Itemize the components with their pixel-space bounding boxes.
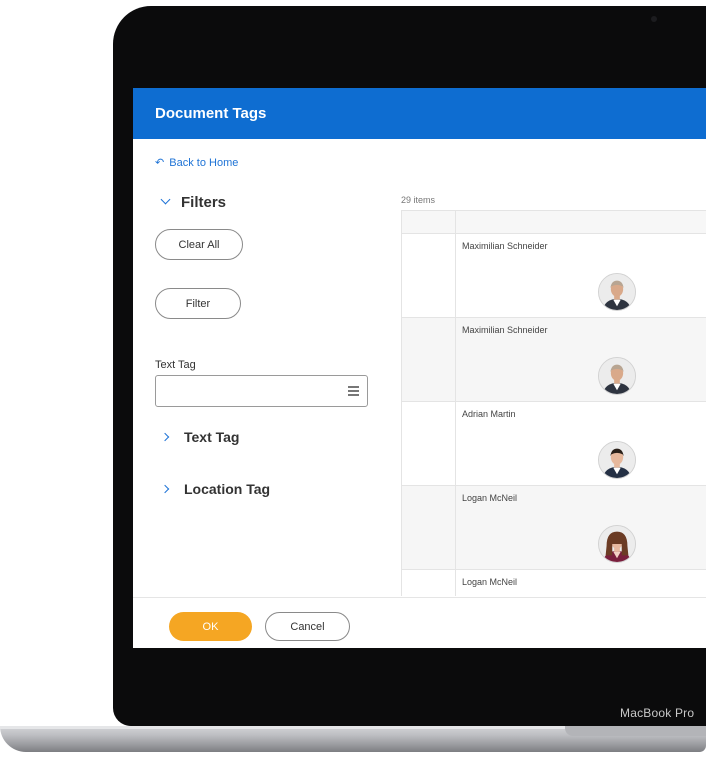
row-name[interactable]: Logan McNeil (462, 577, 517, 587)
table-row[interactable]: Adrian Martin (402, 402, 706, 486)
items-count: 29 items (401, 195, 436, 205)
filter-button[interactable]: Filter (155, 288, 241, 319)
chevron-right-icon (160, 484, 170, 494)
filters-toggle[interactable]: Filters (160, 194, 227, 211)
location-tag-section-label: Location Tag (184, 481, 271, 497)
table-row[interactable]: Maximilian Schneider (402, 318, 706, 402)
page-title: Document Tags (155, 105, 267, 122)
male-person-photo (598, 441, 636, 479)
chevron-right-icon (160, 432, 170, 442)
device-brand-label: MacBook Pro (620, 706, 695, 720)
footer-divider (133, 597, 706, 598)
app-screen: Document Tags ↶ Back to Home Filters Cle… (133, 88, 706, 648)
filters-title: Filters (181, 194, 227, 211)
text-tag-input[interactable] (155, 375, 368, 407)
text-tag-field-label: Text Tag (155, 359, 196, 371)
cancel-button[interactable]: Cancel (265, 612, 350, 641)
grid-header-row (402, 210, 706, 235)
row-name[interactable]: Adrian Martin (462, 409, 516, 419)
chevron-down-icon (160, 194, 171, 205)
table-row[interactable]: Logan McNeil (402, 486, 706, 570)
back-link-label: Back to Home (169, 157, 239, 169)
table-row[interactable]: Maximilian Schneider (402, 234, 706, 318)
clear-all-button[interactable]: Clear All (155, 229, 243, 260)
row-name[interactable]: Maximilian Schneider (462, 241, 548, 251)
male-person-photo (598, 273, 636, 311)
page-header: Document Tags (133, 88, 706, 139)
results-grid: Maximilian Schneider Maximilian Schneide… (401, 210, 706, 596)
list-prompt-icon[interactable] (348, 386, 359, 396)
text-tag-section-label: Text Tag (184, 429, 240, 445)
location-tag-section-toggle[interactable]: Location Tag (160, 481, 271, 497)
row-name[interactable]: Maximilian Schneider (462, 325, 548, 335)
laptop-notch (565, 726, 706, 736)
text-tag-section-toggle[interactable]: Text Tag (160, 429, 240, 445)
table-row[interactable]: Logan McNeil (402, 570, 706, 596)
camera-icon (651, 16, 657, 22)
back-to-home-link[interactable]: ↶ Back to Home (155, 156, 238, 169)
ok-button[interactable]: OK (169, 612, 252, 641)
row-name[interactable]: Logan McNeil (462, 493, 517, 503)
back-arrow-icon: ↶ (155, 157, 165, 169)
female-person-photo (598, 525, 636, 563)
male-person-photo (598, 357, 636, 395)
